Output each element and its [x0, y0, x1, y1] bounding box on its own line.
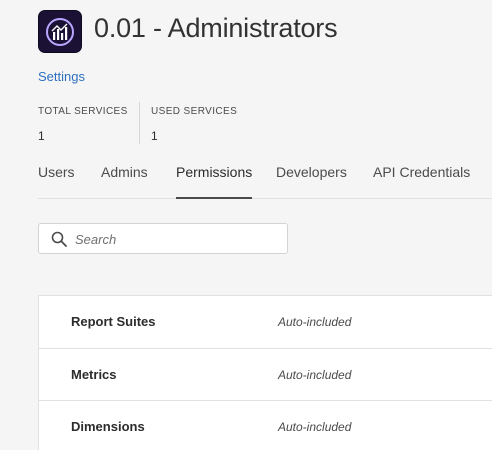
permissions-page: 0.01 - Administrators Settings TOTAL SER… — [0, 0, 492, 450]
permission-row-dimensions[interactable]: Dimensions Auto-included — [39, 400, 492, 450]
tab-developers[interactable]: Developers — [276, 164, 347, 199]
tab-admins[interactable]: Admins — [101, 164, 148, 199]
total-services-value: 1 — [38, 129, 45, 143]
search-input[interactable] — [75, 229, 275, 249]
used-services-stat: USED SERVICES 1 — [151, 106, 237, 143]
tab-users[interactable]: Users — [38, 164, 75, 199]
analytics-logo-icon — [38, 10, 82, 53]
permission-name: Dimensions — [71, 419, 145, 434]
used-services-value: 1 — [151, 129, 158, 143]
settings-link[interactable]: Settings — [38, 69, 85, 84]
permissions-list: Report Suites Auto-included Metrics Auto… — [38, 295, 492, 450]
tab-permissions[interactable]: Permissions — [176, 164, 253, 199]
permission-status: Auto-included — [278, 368, 352, 382]
permission-row-metrics[interactable]: Metrics Auto-included — [39, 348, 492, 400]
analytics-bar-chart-icon — [46, 17, 74, 46]
permission-status: Auto-included — [278, 315, 352, 329]
permission-name: Metrics — [71, 367, 117, 382]
tab-api-credentials[interactable]: API Credentials — [373, 164, 470, 199]
used-services-label: USED SERVICES — [151, 106, 238, 117]
page-title: 0.01 - Administrators — [94, 13, 338, 43]
stats-divider — [139, 102, 140, 144]
total-services-stat: TOTAL SERVICES 1 — [38, 106, 128, 143]
permission-row-report-suites[interactable]: Report Suites Auto-included — [39, 296, 492, 348]
total-services-label: TOTAL SERVICES — [38, 106, 128, 117]
search-box[interactable] — [38, 223, 288, 254]
tab-bar: Users Admins Permissions Developers API … — [38, 164, 492, 199]
search-icon — [51, 231, 67, 247]
permission-name: Report Suites — [71, 314, 156, 329]
permission-status: Auto-included — [278, 420, 352, 434]
